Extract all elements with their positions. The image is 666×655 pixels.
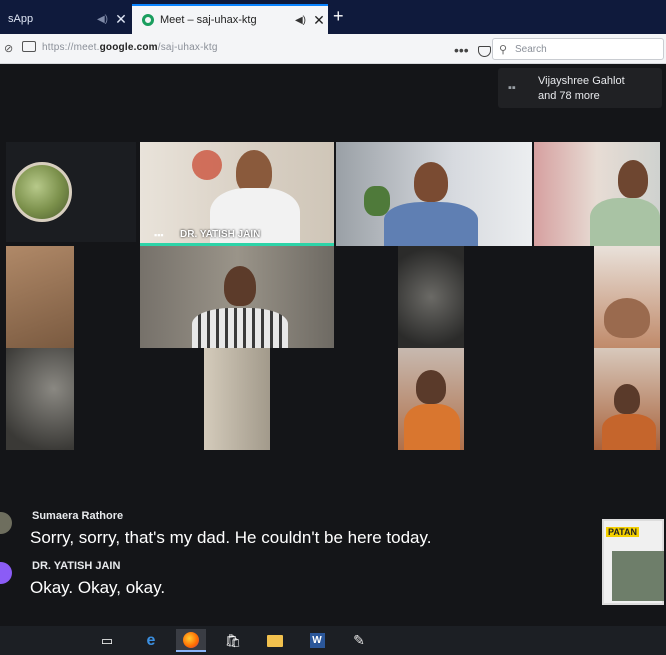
page-actions-icon[interactable]: •••: [454, 42, 469, 58]
search-icon: ⚲: [499, 44, 508, 56]
camera-permission-icon[interactable]: [22, 41, 36, 52]
video-tile[interactable]: [534, 142, 660, 246]
tab-whatsapp[interactable]: sApp ◀) ✕: [0, 4, 130, 34]
caption-speaker-name: Sumaera Rathore: [32, 510, 124, 522]
participants-chip[interactable]: ▪▪ Vijayshree Gahlot and 78 more: [498, 68, 662, 108]
file-explorer-icon[interactable]: [260, 629, 290, 652]
taskbar: ▭ e 🛍 W ✎: [0, 626, 666, 655]
pip-video: [612, 551, 664, 601]
site-info-icon[interactable]: ⊘: [4, 42, 13, 55]
search-input[interactable]: ⚲ Search: [492, 38, 664, 60]
video-tile[interactable]: [204, 348, 270, 450]
close-tab-icon[interactable]: ✕: [112, 11, 130, 28]
store-icon[interactable]: 🛍: [218, 629, 248, 652]
picture-in-picture-window[interactable]: PATAN: [602, 519, 664, 605]
more-participants-icon: ▪▪: [508, 82, 516, 94]
new-tab-button[interactable]: +: [333, 6, 344, 27]
paint-icon[interactable]: ✎: [344, 629, 374, 652]
video-tile[interactable]: [6, 246, 74, 348]
video-tile[interactable]: [594, 348, 660, 450]
video-tile-active-speaker[interactable]: ▪▪▪ DR. YATISH JAIN: [140, 142, 334, 246]
video-tile[interactable]: [336, 142, 532, 246]
audio-level-icon: ▪▪▪: [154, 230, 164, 240]
tab-title: sApp: [8, 13, 34, 25]
cactus-avatar: [12, 162, 72, 222]
pip-title: PATAN: [606, 527, 639, 537]
tab-meet[interactable]: Meet – saj-uhax-ktg ◀) ✕: [132, 4, 328, 34]
word-icon[interactable]: W: [302, 629, 332, 652]
caption-speaker-name: DR. YATISH JAIN: [32, 560, 121, 572]
edge-icon[interactable]: e: [136, 629, 166, 652]
meet-call-area: ▪▪ Vijayshree Gahlot and 78 more ▪▪▪ DR.…: [0, 64, 666, 626]
video-tile[interactable]: [140, 246, 334, 348]
task-view-icon[interactable]: ▭: [92, 629, 122, 652]
firefox-icon[interactable]: [176, 629, 206, 652]
active-speaker-name: DR. YATISH JAIN: [180, 229, 261, 240]
avatar: [0, 512, 12, 534]
search-placeholder: Search: [515, 44, 547, 55]
close-tab-icon[interactable]: ✕: [310, 12, 328, 29]
speaker-muted-icon[interactable]: ◀): [97, 14, 108, 25]
pocket-icon[interactable]: [478, 46, 491, 57]
video-tile[interactable]: [6, 348, 74, 450]
avatar: [0, 562, 12, 584]
browser-tab-bar: sApp ◀) ✕ Meet – saj-uhax-ktg ◀) ✕ +: [0, 0, 666, 34]
video-tile[interactable]: [594, 246, 660, 348]
caption-text: Sorry, sorry, that's my dad. He couldn't…: [30, 528, 432, 547]
caption-text: Okay. Okay, okay.: [30, 578, 166, 597]
video-tile[interactable]: [398, 246, 464, 348]
speaker-icon[interactable]: ◀): [295, 15, 306, 26]
url-text: https://meet.google.com/saj-uhax-ktg: [42, 42, 218, 53]
participants-summary: Vijayshree Gahlot and 78 more: [538, 75, 625, 102]
video-tile[interactable]: [398, 348, 464, 450]
video-tile[interactable]: [6, 142, 136, 242]
address-bar[interactable]: https://meet.google.com/saj-uhax-ktg •••…: [40, 38, 514, 60]
tab-title: Meet – saj-uhax-ktg: [160, 14, 257, 26]
navigation-bar: ⊘ https://meet.google.com/saj-uhax-ktg •…: [0, 34, 666, 64]
meet-favicon-icon: [142, 14, 154, 26]
